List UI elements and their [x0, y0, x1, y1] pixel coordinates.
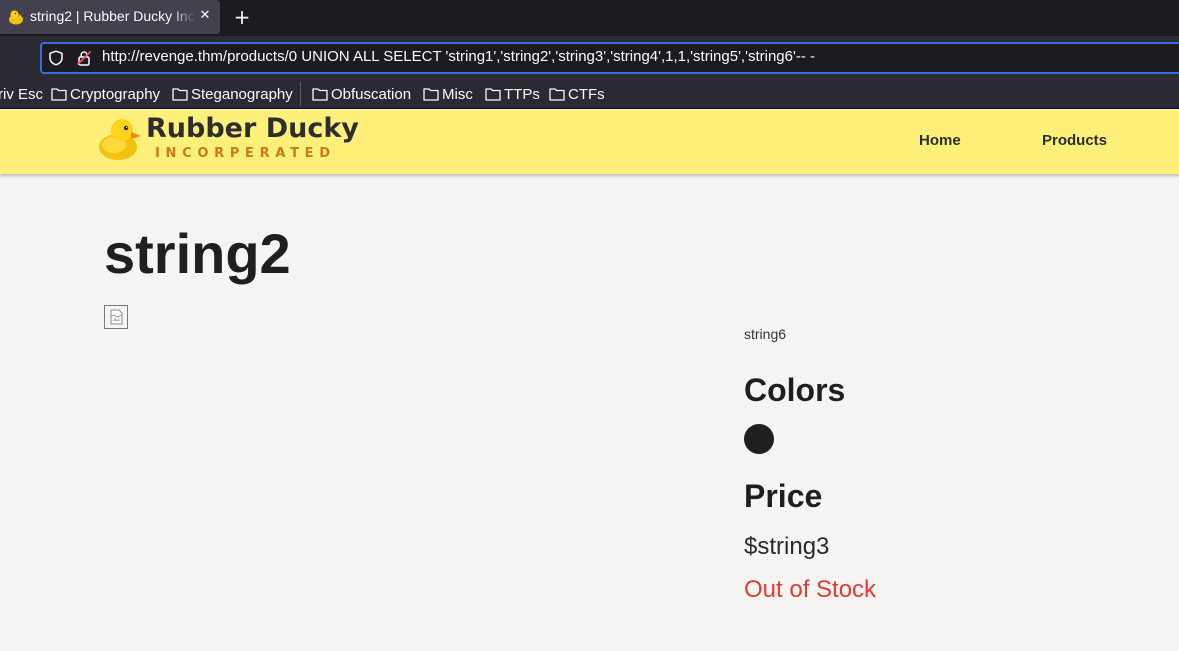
nav-products[interactable]: Products: [1042, 132, 1107, 149]
bookmark-label: riv Esc: [0, 85, 43, 103]
stock-status: Out of Stock: [744, 576, 877, 603]
bookmark-label: Misc: [442, 85, 473, 103]
bookmark-ttps[interactable]: TTPs: [485, 84, 540, 104]
folder-icon: [423, 88, 439, 101]
product-price: $string3: [744, 533, 830, 560]
browser-tab[interactable]: string2 | Rubber Ducky Incorperated ✕: [0, 0, 220, 34]
tab-title: string2 | Rubber Ducky Incorperated: [30, 8, 196, 24]
folder-icon: [172, 88, 188, 101]
bookmark-label: Obfuscation: [331, 85, 412, 103]
bookmark-priv-esc[interactable]: riv Esc: [0, 84, 43, 104]
colors-heading: Colors: [744, 372, 846, 408]
price-heading: Price: [744, 478, 823, 514]
product-title: string2: [104, 222, 291, 285]
folder-icon: [312, 88, 328, 101]
duck-logo-icon[interactable]: [98, 115, 142, 161]
folder-icon: [51, 88, 67, 101]
bookmarks-separator: [300, 82, 301, 106]
bookmark-ctfs[interactable]: CTFs: [549, 84, 605, 104]
url-input[interactable]: http://revenge.thm/products/0 UNION ALL …: [102, 48, 815, 65]
shield-icon[interactable]: [48, 50, 64, 66]
duck-icon: [9, 10, 23, 25]
close-tab-icon[interactable]: ✕: [198, 8, 212, 24]
bookmark-label: Cryptography: [70, 85, 161, 103]
bookmark-misc[interactable]: Misc: [423, 84, 473, 104]
logo-name[interactable]: Rubber Ducky: [146, 113, 359, 144]
bookmark-obfuscation[interactable]: Obfuscation: [312, 84, 411, 104]
bookmark-label: TTPs: [504, 85, 540, 103]
logo-tagline: INCORPERATED: [155, 146, 336, 161]
insecure-lock-icon[interactable]: [76, 50, 92, 66]
new-tab-button[interactable]: +: [233, 7, 251, 27]
color-swatch[interactable]: [744, 424, 774, 454]
product-description: string6: [744, 326, 787, 342]
bookmark-label: CTFs: [568, 85, 605, 103]
bookmark-cryptography[interactable]: Cryptography: [51, 84, 160, 104]
broken-image-icon: [104, 305, 128, 329]
folder-icon: [549, 88, 565, 101]
folder-icon: [485, 88, 501, 101]
bookmark-label: Steganography: [191, 85, 293, 103]
nav-home[interactable]: Home: [919, 132, 961, 149]
bookmark-steganography[interactable]: Steganography: [172, 84, 293, 104]
